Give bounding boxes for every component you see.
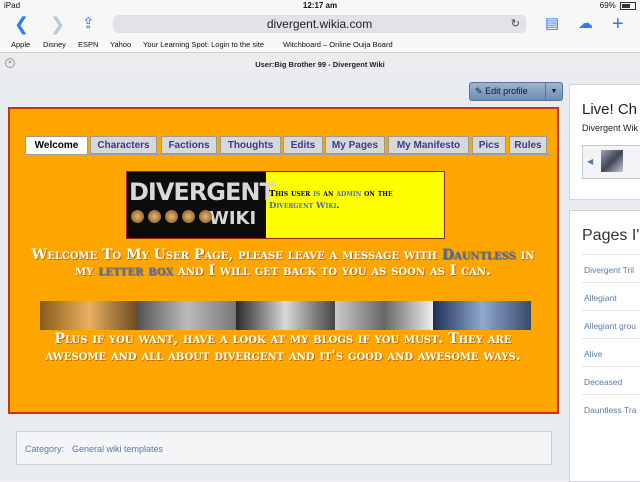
share-icon[interactable]: ⇪	[82, 14, 95, 34]
strip-photo	[138, 301, 237, 330]
page-link[interactable]: Allegiant	[584, 293, 617, 303]
bookmarks-icon[interactable]: ▤	[545, 14, 559, 34]
faction-symbol-icon	[182, 210, 195, 223]
page-link[interactable]: Alive	[584, 349, 602, 359]
status-bar: iPad 12:17 am 69%	[0, 0, 640, 12]
image-strip	[40, 301, 532, 330]
address-bar[interactable]: divergent.wikia.com ↻	[113, 15, 526, 33]
page-link[interactable]: Divergent Tril	[584, 265, 634, 275]
chevron-left-icon[interactable]: ◀	[587, 157, 593, 166]
bookmarks-bar: Apple Disney ESPN Yahoo Your Learning Sp…	[0, 36, 640, 52]
category-link[interactable]: General wiki templates	[72, 444, 163, 454]
category-label: Category:	[25, 444, 65, 454]
page-link[interactable]: Deceased	[584, 377, 622, 387]
blog-message: Plus if you want, have a look at my blog…	[45, 331, 521, 364]
live-chat-subtitle: Divergent Wik	[582, 123, 639, 133]
tab-rules[interactable]: Rules	[509, 136, 547, 154]
strip-photo	[236, 301, 335, 330]
strip-photo	[40, 301, 139, 330]
faction-symbol-icon	[148, 210, 161, 223]
live-chat-title: Live! Ch	[582, 101, 638, 118]
tab-my-pages[interactable]: My Pages	[325, 136, 385, 154]
admin-link[interactable]: admin	[336, 189, 361, 199]
bookmark-item[interactable]: Yahoo	[110, 40, 131, 49]
strip-photo	[334, 301, 433, 330]
reload-icon[interactable]: ↻	[511, 15, 520, 33]
logo-subtitle: WIKI	[209, 208, 257, 229]
bookmark-item[interactable]: ESPN	[78, 40, 98, 49]
tab-edits[interactable]: Edits	[283, 136, 323, 154]
cloud-tabs-icon[interactable]: ☁	[578, 14, 593, 34]
url-text: divergent.wikia.com	[266, 17, 373, 31]
tab-divider	[25, 154, 551, 155]
welcome-message: Welcome To My User Page, please leave a …	[31, 247, 535, 279]
battery-indicator: 69%	[600, 1, 636, 10]
tab-characters[interactable]: Characters	[90, 136, 157, 154]
chat-user-carousel[interactable]: ◀	[582, 145, 640, 179]
battery-percent: 69%	[599, 1, 616, 10]
divergent-wiki-logo: DIVERGENT WIKI	[127, 172, 276, 238]
strip-photo	[432, 301, 532, 330]
tab-title[interactable]: User:Big Brother 99 - Divergent Wiki	[0, 60, 640, 69]
tab-pics[interactable]: Pics	[472, 136, 506, 154]
category-bar: Category: General wiki templates	[16, 431, 552, 465]
logo-title: DIVERGENT	[129, 178, 276, 206]
user-page-box: Welcome Characters Factions Thoughts Edi…	[8, 107, 559, 414]
edit-profile-label: Edit profile	[485, 86, 528, 96]
back-icon[interactable]: ❮	[14, 14, 29, 34]
avatar[interactable]	[601, 150, 623, 172]
tab-factions[interactable]: Factions	[161, 136, 217, 154]
battery-icon	[620, 1, 636, 10]
chevron-down-icon[interactable]: ▼	[545, 83, 562, 100]
clock: 12:17 am	[302, 1, 338, 10]
page-link[interactable]: Dauntless Tra	[584, 405, 636, 415]
faction-symbol-icon	[165, 210, 178, 223]
letter-box-link[interactable]: letter box	[98, 263, 173, 279]
bookmark-item[interactable]: Your Learning Spot: Login to the site	[143, 40, 264, 49]
faction-symbol-icon	[199, 210, 212, 223]
tab-thoughts[interactable]: Thoughts	[220, 136, 281, 154]
tab-my-manifesto[interactable]: My Manifesto	[388, 136, 469, 154]
dauntless-link[interactable]: Dauntless	[442, 247, 516, 263]
page-link[interactable]: Allegiant grou	[584, 321, 636, 331]
admin-userbox: DIVERGENT WIKI This user is an admin on …	[126, 171, 445, 239]
pencil-icon: ✎	[475, 86, 483, 96]
forward-icon[interactable]: ❯	[50, 14, 65, 34]
popular-pages-title: Pages I'	[582, 227, 640, 244]
new-tab-icon[interactable]: +	[612, 14, 624, 34]
live-chat-module: Live! Ch Divergent Wik ◀	[569, 84, 640, 200]
faction-symbol-icon	[131, 210, 144, 223]
bookmark-item[interactable]: Apple	[11, 40, 30, 49]
divergent-wiki-link[interactable]: Divergent Wiki	[269, 201, 336, 211]
admin-notice: This user is an admin on the Divergent W…	[269, 189, 393, 211]
bookmark-item[interactable]: Witchboard – Online Ouija Board	[283, 40, 393, 49]
tab-welcome[interactable]: Welcome	[25, 136, 88, 155]
tab-bar: × User:Big Brother 99 - Divergent Wiki	[0, 52, 640, 76]
bookmark-item[interactable]: Disney	[43, 40, 66, 49]
edit-profile-button[interactable]: ✎ Edit profile ▼	[469, 82, 563, 101]
popular-pages-module: Pages I' Divergent Tril Allegiant Allegi…	[569, 210, 640, 482]
